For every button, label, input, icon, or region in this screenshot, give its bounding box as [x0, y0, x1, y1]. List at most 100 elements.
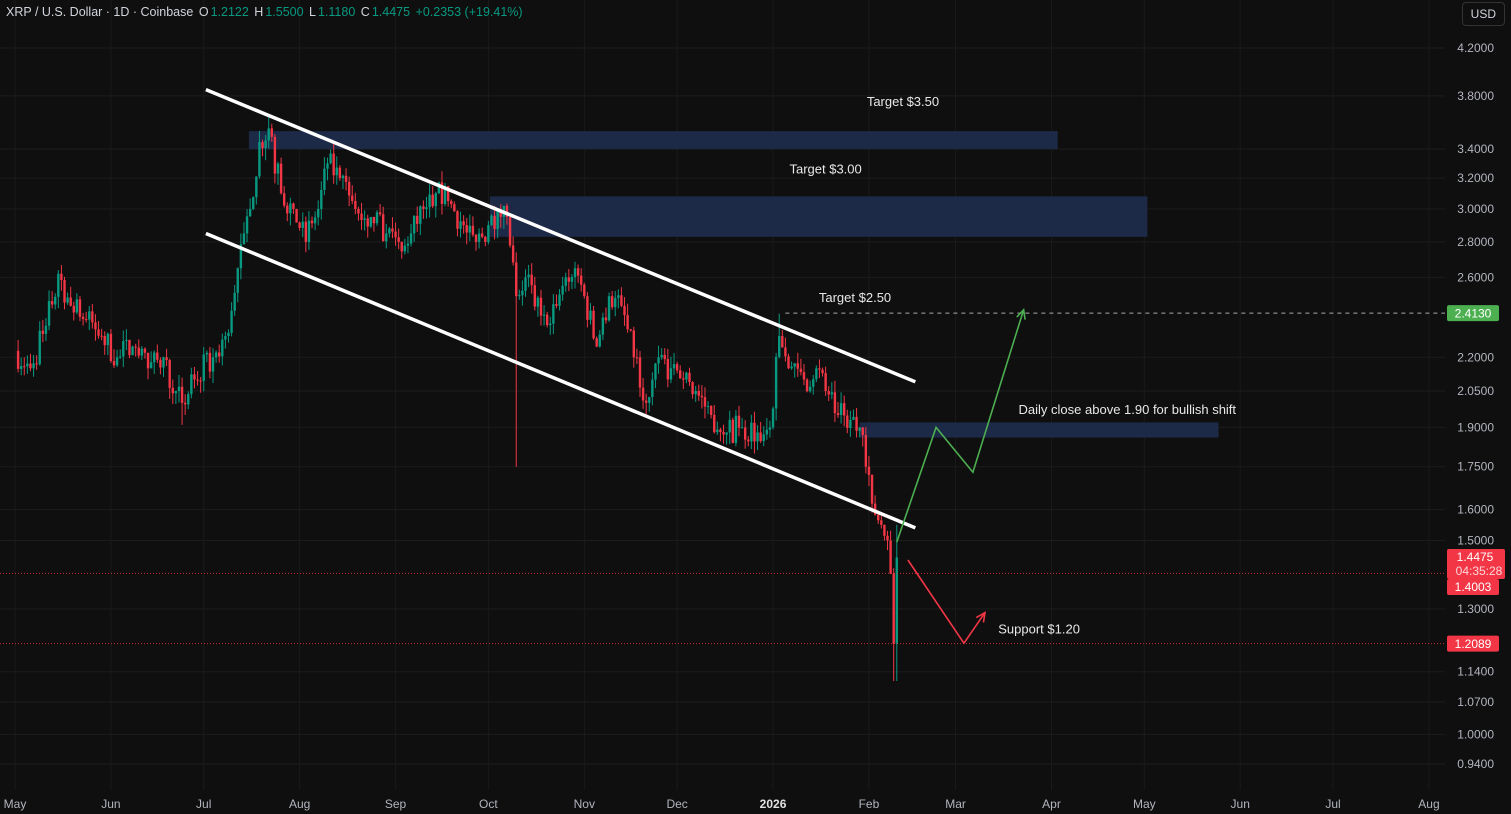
candle-body: [66, 297, 69, 303]
candle-body: [425, 207, 428, 209]
candle-body: [703, 397, 707, 407]
price-tick-label: 2.8000: [1457, 235, 1494, 249]
candle-body: [128, 339, 131, 356]
candle-body: [38, 330, 41, 365]
candle-body: [264, 140, 267, 149]
candle-body: [44, 325, 48, 334]
candle-body: [781, 336, 784, 348]
candle-body: [81, 316, 85, 320]
candle-body: [617, 295, 620, 298]
time-tick-label: 2026: [760, 797, 787, 811]
candle-body: [892, 573, 895, 644]
time-tick-label: Nov: [574, 797, 595, 811]
candle-body: [372, 216, 376, 224]
candle-body: [112, 361, 116, 366]
candle-body: [623, 305, 626, 316]
price-tick-label: 1.0000: [1457, 727, 1494, 741]
candle-body: [165, 357, 168, 361]
time-tick-label: Apr: [1042, 797, 1061, 811]
candle-body: [465, 225, 468, 233]
time-axis[interactable]: [0, 790, 1445, 814]
candle-body: [252, 197, 255, 209]
price-chart[interactable]: Target $3.50 Target $3.00 Daily close abov…: [0, 0, 1511, 814]
candle-body: [412, 215, 416, 234]
price-tick-label: 1.1400: [1457, 665, 1494, 679]
candle-body: [632, 330, 635, 358]
candle-body: [16, 350, 20, 369]
price-tick-label: 1.0700: [1457, 695, 1494, 709]
candle-body: [267, 128, 270, 141]
candle-body: [515, 262, 518, 297]
change-value: +0.2353 (+19.41%): [415, 5, 523, 19]
candle-body: [233, 292, 236, 311]
candle-body: [273, 136, 277, 174]
candle-body: [700, 395, 704, 398]
candle-body: [675, 364, 679, 371]
candle-body: [815, 368, 818, 380]
candle-body: [323, 168, 326, 190]
candle-body: [304, 221, 308, 242]
price-axis[interactable]: [1445, 0, 1511, 814]
annotation-label: Support $1.20: [998, 621, 1080, 636]
candle-body: [539, 297, 543, 316]
zone-label: Target $3.50: [867, 94, 939, 109]
candle-body: [63, 280, 66, 303]
candle-body: [363, 218, 366, 220]
candle-body: [295, 208, 298, 223]
candle-body: [784, 347, 787, 357]
price-tick-label: 0.9400: [1457, 757, 1494, 771]
candle-body: [753, 422, 756, 442]
candle-body: [487, 225, 490, 242]
candle-body: [836, 413, 840, 415]
candle-body: [883, 524, 886, 536]
candle-body: [202, 354, 205, 381]
candle-body: [877, 514, 880, 521]
candle-body: [855, 416, 858, 431]
candle-body: [734, 415, 738, 443]
candle-body: [536, 297, 540, 307]
candle-body: [570, 277, 574, 282]
candle-body: [168, 360, 171, 388]
candle-body: [765, 429, 769, 435]
candle-body: [490, 215, 493, 226]
candle-body: [462, 221, 465, 226]
candle-body: [375, 212, 379, 224]
candle-body: [799, 368, 803, 373]
candle-body: [576, 268, 580, 276]
zone-label: Target $3.00: [789, 162, 861, 177]
bearish-projection-path[interactable]: [907, 559, 986, 645]
candle-body: [403, 245, 407, 252]
candle-body: [60, 273, 63, 281]
candle-body: [728, 419, 731, 433]
candle-body: [827, 391, 830, 395]
candle-body: [480, 233, 484, 237]
candle-body: [162, 357, 165, 368]
candle-body: [660, 354, 663, 358]
zone-label: Daily close above 1.90 for bullish shift: [1019, 402, 1237, 417]
candle-body: [159, 359, 162, 368]
candle-body: [146, 352, 150, 369]
candle-body: [477, 233, 481, 242]
candle-body: [214, 352, 218, 358]
candle-body: [812, 379, 815, 387]
candle-body: [32, 363, 35, 369]
candle-body: [654, 363, 657, 380]
candle-body: [236, 268, 239, 293]
candle-body: [88, 311, 91, 320]
time-tick-label: Mar: [945, 797, 966, 811]
candle-body: [434, 193, 437, 207]
candle-body: [861, 427, 864, 435]
candle-body: [564, 277, 567, 286]
candle-body: [286, 205, 289, 214]
candle-body: [153, 352, 156, 363]
close-value: 1.4475: [371, 5, 411, 19]
candle-body: [839, 403, 843, 415]
candle-body: [808, 386, 812, 392]
candle-body: [545, 314, 549, 326]
candle-body: [317, 208, 320, 218]
candle-body: [279, 163, 283, 194]
candle-body: [793, 363, 796, 367]
candle-body: [450, 201, 453, 205]
currency-button[interactable]: USD: [1461, 2, 1505, 26]
candle-body: [895, 557, 898, 644]
